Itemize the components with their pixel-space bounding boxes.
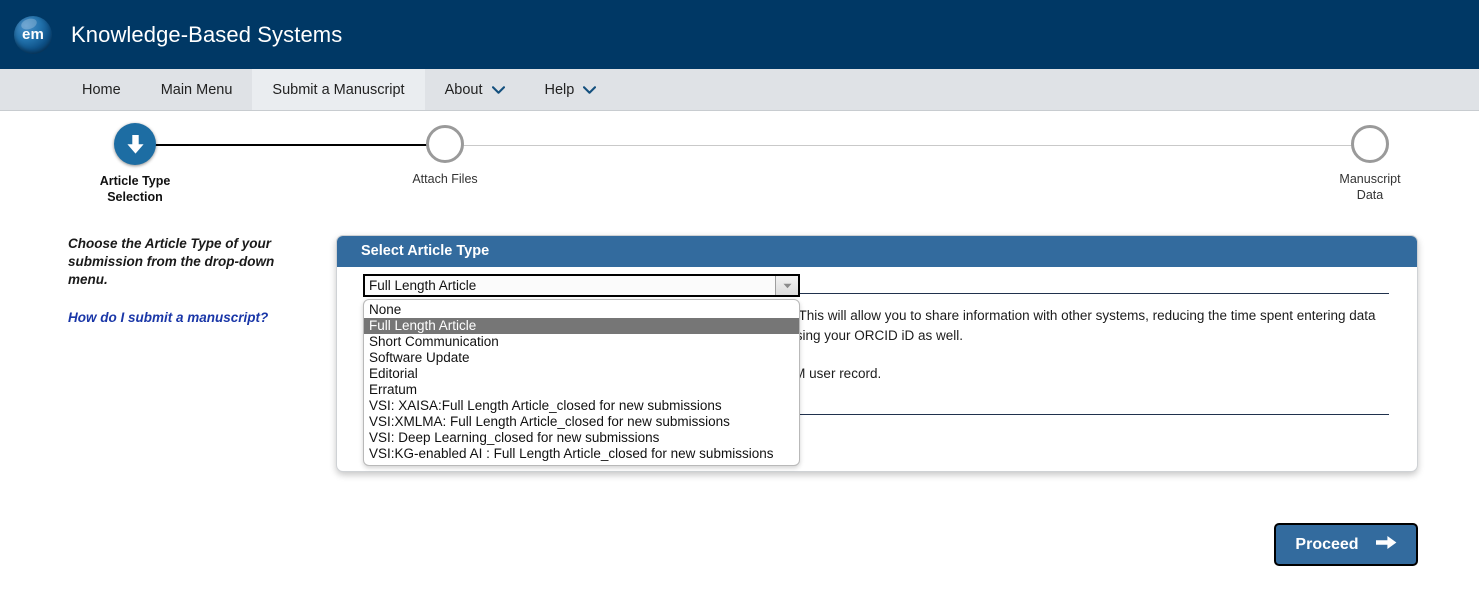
page-title: Knowledge-Based Systems	[71, 21, 343, 47]
article-type-selected-value: Full Length Article	[369, 278, 477, 293]
logo-text: em	[21, 26, 45, 43]
article-type-option[interactable]: Editorial	[364, 366, 799, 382]
how-do-i-submit-link[interactable]: How do I submit a manuscript?	[68, 310, 316, 325]
nav-item-label: Home	[82, 81, 121, 98]
stepper-step-1[interactable]: Article Type Selection	[55, 123, 215, 205]
stepper-label: Manuscript Data	[1339, 172, 1401, 202]
nav-item-submit-a-manuscript[interactable]: Submit a Manuscript	[252, 69, 425, 110]
article-type-option[interactable]: Erratum	[364, 382, 799, 398]
select-article-type-panel: Select Article Type If you do not have a…	[336, 235, 1418, 472]
stepper-step-2[interactable]: Attach Files	[365, 125, 525, 188]
article-type-option[interactable]: None	[364, 302, 799, 318]
article-type-select[interactable]: Full Length Article	[363, 274, 800, 297]
stepper-dot	[426, 125, 464, 163]
arrow-right-icon	[1375, 534, 1397, 556]
nav-item-label: Main Menu	[160, 81, 233, 98]
instructions-column: Choose the Article Type of your submissi…	[68, 235, 316, 325]
nav-item-home[interactable]: Home	[62, 69, 141, 110]
nav-item-label: Submit a Manuscript	[272, 81, 405, 98]
article-type-option[interactable]: VSI: Deep Learning_closed for new submis…	[364, 430, 799, 446]
article-type-option[interactable]: Full Length Article	[364, 318, 799, 334]
nav-item-label: About	[444, 81, 483, 98]
article-type-option[interactable]: Short Communication	[364, 334, 799, 350]
chevron-down-icon[interactable]	[491, 85, 505, 94]
nav-item-label: Help	[544, 81, 575, 98]
article-type-options-list[interactable]: None Full Length Article Short Communicati…	[363, 299, 800, 466]
em-sphere-logo: em	[14, 15, 52, 54]
instruction-text: Choose the Article Type of your submissi…	[68, 236, 275, 288]
stepper-dot	[1351, 125, 1389, 163]
article-type-select-wrapper: Full Length Article None Full Length Arti…	[363, 274, 800, 466]
article-type-option[interactable]: VSI:KG-enabled AI : Full Length Article_…	[364, 446, 799, 462]
chevron-down-icon[interactable]	[583, 85, 597, 94]
nav-item-main-menu[interactable]: Main Menu	[141, 69, 253, 110]
article-type-option[interactable]: VSI:XMLMA: Full Length Article_closed fo…	[364, 414, 799, 430]
nav-item-about[interactable]: About	[425, 69, 525, 110]
panel-title: Select Article Type	[337, 236, 1417, 267]
arrow-down-icon	[114, 123, 156, 165]
article-type-option[interactable]: Software Update	[364, 350, 799, 366]
stepper-label: Attach Files	[412, 172, 478, 186]
main-navigation: Home Main Menu Submit a Manuscript About Hel…	[0, 69, 1479, 111]
stepper-dot	[114, 123, 156, 165]
stepper-track-upcoming	[445, 145, 1370, 146]
nav-item-help[interactable]: Help	[525, 69, 617, 110]
progress-stepper: Article Type Selection Attach Files Manuscr…	[0, 123, 1479, 235]
proceed-button-label: Proceed	[1295, 535, 1359, 553]
stepper-label: Article Type Selection	[99, 174, 171, 204]
stepper-step-3[interactable]: Manuscript Data	[1290, 125, 1450, 203]
panel-body: If you do not have an ORCID iD, you can …	[337, 267, 1417, 471]
chevron-down-icon[interactable]	[775, 276, 798, 295]
article-type-option[interactable]: VSI: XAISA:Full Length Article_closed fo…	[364, 398, 799, 414]
masthead: em Knowledge-Based Systems	[0, 0, 1479, 69]
proceed-button[interactable]: Proceed	[1274, 523, 1418, 566]
